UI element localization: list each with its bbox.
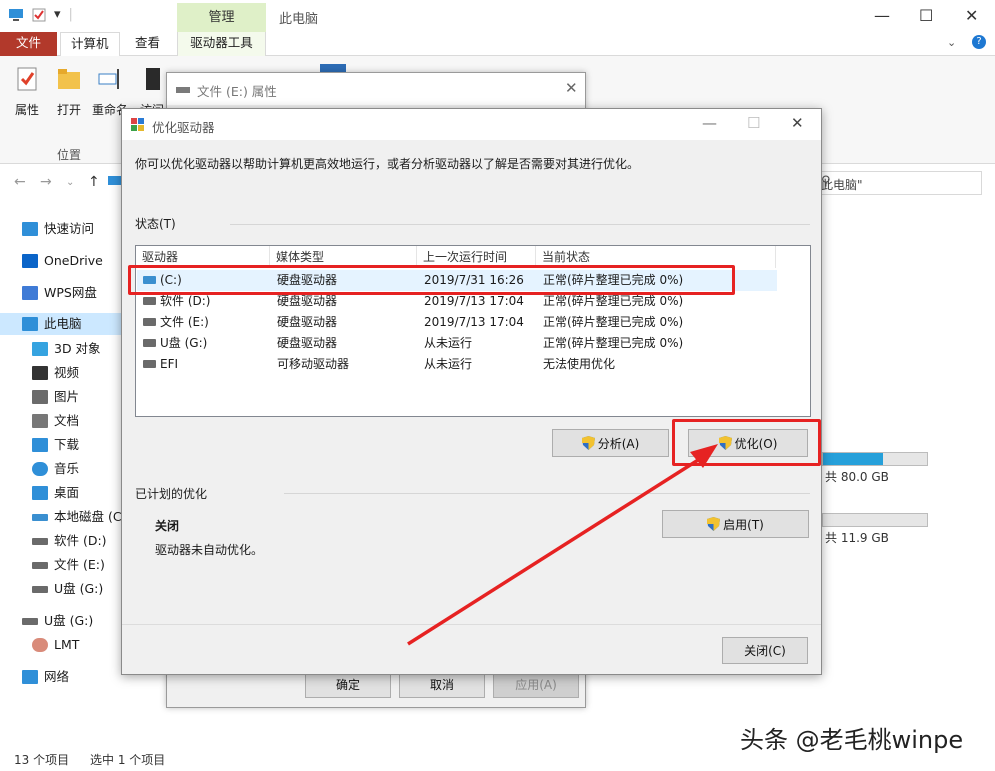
red-arrow-annotation [407, 444, 718, 646]
watermark: 头条 @老毛桃winpe [740, 726, 964, 754]
